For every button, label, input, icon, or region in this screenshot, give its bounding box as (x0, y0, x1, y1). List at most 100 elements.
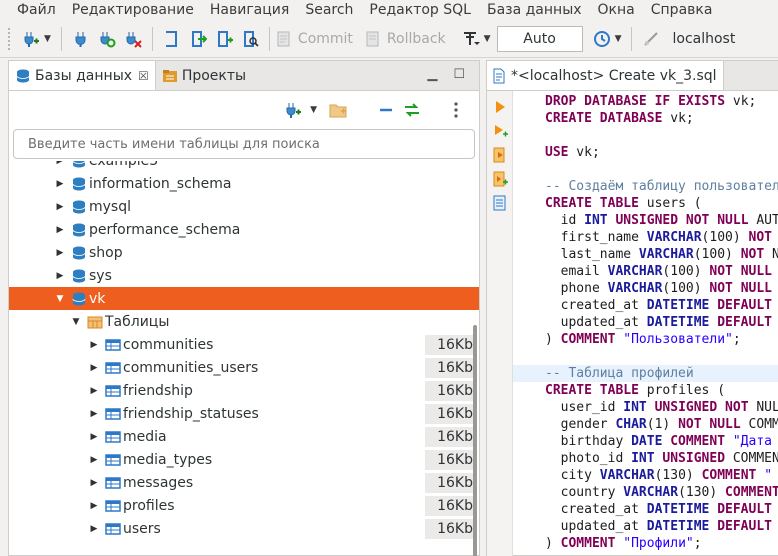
expand-right-icon[interactable]: ▶ (89, 524, 99, 534)
code-line[interactable]: id INT UNSIGNED NOT NULL AUT (513, 212, 778, 229)
chevron-down-icon[interactable]: ▼ (615, 34, 622, 44)
code-line[interactable]: last_name VARCHAR(100) NOT N (513, 246, 778, 263)
expand-right-icon[interactable]: ▶ (55, 179, 65, 189)
expand-right-icon[interactable]: ▶ (89, 478, 99, 488)
menu-item[interactable]: Окна (590, 1, 643, 19)
sql-code-area[interactable]: DROP DATABASE IF EXISTS vk; CREATE DATABA… (513, 91, 778, 556)
menu-item[interactable]: Search (297, 1, 361, 19)
chevron-down-icon[interactable]: ▼ (44, 34, 51, 44)
table-search-box[interactable] (13, 129, 475, 159)
expand-right-icon[interactable]: ▶ (55, 225, 65, 235)
expand-right-icon[interactable]: ▶ (55, 271, 65, 281)
database-item[interactable]: ▶ sys (9, 264, 479, 287)
expand-right-icon[interactable]: ▶ (55, 161, 65, 166)
database-item[interactable]: ▶ shop (9, 241, 479, 264)
minimize-icon[interactable]: ▁ (427, 67, 437, 82)
collapse-all-icon[interactable] (377, 101, 395, 119)
close-icon[interactable]: ☒ (138, 69, 149, 83)
expand-right-icon[interactable]: ▶ (89, 432, 99, 442)
chevron-down-icon[interactable]: ▼ (310, 105, 317, 115)
new-folder-icon[interactable] (329, 101, 347, 119)
code-line[interactable]: first_name VARCHAR(100) NOT (513, 229, 778, 246)
expand-right-icon[interactable]: ▶ (55, 248, 65, 258)
menu-item[interactable]: Справка (643, 1, 721, 19)
sql-editor-icon[interactable] (161, 28, 183, 50)
code-line[interactable]: USE vk; (513, 144, 778, 161)
execute-statement-icon[interactable] (492, 99, 508, 115)
menu-item[interactable]: Файл (0, 1, 64, 19)
code-line[interactable]: photo_id INT UNSIGNED COMMEN (513, 450, 778, 467)
transaction-mode-field[interactable]: Auto (496, 25, 583, 52)
code-line[interactable] (513, 127, 778, 144)
code-line[interactable]: created_at DATETIME DEFAULT (513, 501, 778, 518)
open-sql-script-icon[interactable] (187, 28, 209, 50)
database-item[interactable]: ▶ mysql (9, 195, 479, 218)
chevron-down-icon[interactable]: ▼ (484, 34, 491, 44)
connect-icon[interactable] (70, 28, 92, 50)
expand-down-icon[interactable]: ▼ (71, 317, 81, 327)
execute-script-icon[interactable] (492, 147, 508, 163)
code-line[interactable]: phone VARCHAR(100) NOT NULL (513, 280, 778, 297)
execute-in-new-tab-icon[interactable] (492, 123, 508, 139)
expand-right-icon[interactable]: ▶ (55, 202, 65, 212)
transaction-mode-icon[interactable] (460, 28, 482, 50)
tab-sql-script[interactable]: *<localhost> Create vk_3.sql (487, 61, 724, 90)
code-line[interactable]: created_at DATETIME DEFAULT (513, 297, 778, 314)
table-item[interactable]: ▶ friendship 16Kb (9, 379, 479, 402)
database-item[interactable]: ▶ information_schema (9, 172, 479, 195)
code-line[interactable]: ) COMMENT "Профили"; (513, 535, 778, 552)
active-connection[interactable]: localhost (672, 31, 735, 47)
menu-item[interactable]: Редактор SQL (361, 1, 479, 19)
database-item[interactable]: ▶ performance_schema (9, 218, 479, 241)
execute-script-new-tab-icon[interactable] (492, 171, 508, 187)
maximize-icon[interactable]: ☐ (453, 67, 465, 82)
history-icon[interactable] (591, 28, 613, 50)
code-line[interactable]: CREATE DATABASE vk; (513, 110, 778, 127)
new-connection-icon[interactable] (20, 28, 42, 50)
table-item[interactable]: ▶ users 16Kb (9, 517, 479, 540)
table-item[interactable]: ▶ communities_users 16Kb (9, 356, 479, 379)
expand-right-icon[interactable]: ▶ (89, 386, 99, 396)
tab-projects[interactable]: Проекты (156, 61, 252, 90)
code-line[interactable]: birthday DATE COMMENT "Дата (513, 433, 778, 450)
code-line[interactable]: city VARCHAR(130) COMMENT " (513, 467, 778, 484)
table-item[interactable]: ▶ communities 16Kb (9, 333, 479, 356)
table-search-input[interactable] (28, 136, 474, 152)
menu-item[interactable]: База данных (479, 1, 590, 19)
tree-scrollbar[interactable] (473, 325, 477, 556)
code-line[interactable]: CREATE TABLE profiles ( (513, 382, 778, 399)
rollback-button[interactable]: Rollback (365, 31, 446, 47)
code-line[interactable]: DROP DATABASE IF EXISTS vk; (513, 93, 778, 110)
code-line[interactable]: updated_at DATETIME DEFAULT (513, 314, 778, 331)
menu-item[interactable]: Навигация (202, 1, 297, 19)
code-line[interactable]: updated_at DATETIME DEFAULT (513, 518, 778, 535)
tab-databases[interactable]: Базы данных ☒ (9, 61, 156, 90)
code-line[interactable]: -- Таблица профилей (513, 365, 778, 382)
more-options-icon[interactable] (447, 101, 465, 119)
code-line[interactable] (513, 161, 778, 178)
expand-right-icon[interactable]: ▶ (89, 455, 99, 465)
menu-item[interactable]: Редактирование (64, 1, 202, 19)
expand-right-icon[interactable]: ▶ (89, 409, 99, 419)
database-item[interactable]: ▶ example3 (9, 161, 479, 172)
code-line[interactable]: user_id INT UNSIGNED NOT NUL (513, 399, 778, 416)
search-sql-icon[interactable] (239, 28, 261, 50)
explain-plan-icon[interactable] (492, 195, 508, 211)
table-item[interactable]: ▶ profiles 16Kb (9, 494, 479, 517)
table-item[interactable]: ▶ media 16Kb (9, 425, 479, 448)
code-line[interactable]: gender CHAR(1) NOT NULL COMM (513, 416, 778, 433)
expand-right-icon[interactable]: ▶ (89, 363, 99, 373)
table-item[interactable]: ▶ friendship_statuses 16Kb (9, 402, 479, 425)
disconnect-icon[interactable] (122, 28, 144, 50)
expand-down-icon[interactable]: ▼ (55, 294, 65, 304)
code-line[interactable]: ) COMMENT "Пользователи"; (513, 331, 778, 348)
code-line[interactable]: -- Создаём таблицу пользовател (513, 178, 778, 195)
expand-right-icon[interactable]: ▶ (89, 340, 99, 350)
new-connection-icon[interactable] (284, 101, 302, 119)
database-item-selected[interactable]: ▼ vk (9, 287, 479, 310)
code-line[interactable] (513, 348, 778, 365)
code-line[interactable]: country VARCHAR(130) COMMENT (513, 484, 778, 501)
table-item[interactable]: ▶ media_types 16Kb (9, 448, 479, 471)
code-line[interactable]: CREATE TABLE users ( (513, 195, 778, 212)
tables-folder[interactable]: ▼ Таблицы (9, 310, 479, 333)
